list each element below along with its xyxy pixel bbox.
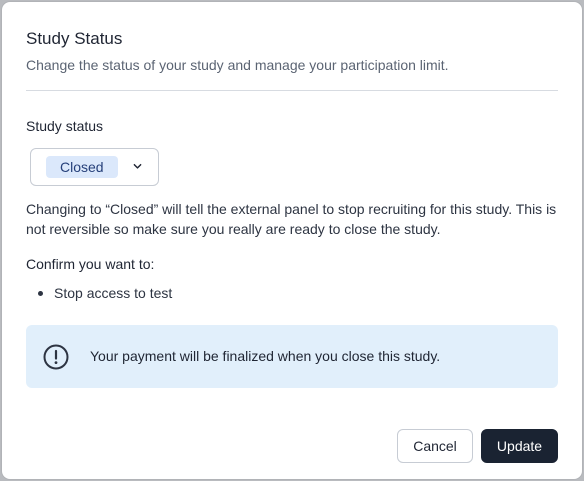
bullet-icon [38,291,43,296]
cancel-button[interactable]: Cancel [397,429,473,463]
info-banner-text: Your payment will be finalized when you … [90,348,441,364]
dialog-title: Study Status [26,29,123,48]
study-status-label: Study status [26,118,104,134]
chevron-down-icon [133,163,142,169]
status-change-description: Changing to “Closed” will tell the exter… [26,201,557,237]
list-item-label: Stop access to test [54,285,173,301]
update-button[interactable]: Update [481,429,558,463]
study-status-select[interactable]: Closed [30,148,159,186]
study-status-dialog: Study Status Change the status of your s… [2,2,582,479]
header-divider [26,90,558,91]
info-banner: Your payment will be finalized when you … [26,325,558,388]
status-badge: Closed [46,156,118,178]
exclamation-circle-icon [43,344,69,370]
confirm-list: Stop access to test [38,283,172,303]
list-item: Stop access to test [38,283,172,303]
dialog-subtitle: Change the status of your study and mana… [26,57,449,73]
confirm-label: Confirm you want to: [26,256,155,272]
